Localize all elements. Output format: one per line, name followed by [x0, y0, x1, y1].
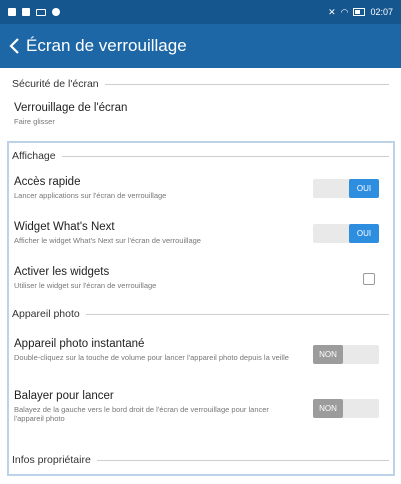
section-header-label: Appareil photo [12, 308, 80, 320]
setting-screen-lock[interactable]: Verrouillage de l'écran Faire glisser [14, 102, 387, 126]
section-header-security: Sécurité de l'écran [12, 78, 389, 90]
section-header-display: Affichage [12, 150, 389, 162]
setting-subtitle: Balayez de la gauche vers le bord droit … [14, 405, 269, 424]
instant-camera-toggle[interactable]: NON [313, 345, 379, 364]
status-right-icons: ✕ ◠ 02:07 [328, 7, 393, 17]
status-bar: ✕ ◠ 02:07 [0, 0, 401, 24]
settings-list: Sécurité de l'écran Verrouillage de l'éc… [0, 68, 401, 484]
setting-widgets[interactable]: Activer les widgets Utiliser le widget s… [14, 266, 387, 290]
status-left-icons [8, 8, 60, 16]
setting-title: Activer les widgets [14, 266, 110, 278]
section-header-owner: Infos propriétaire [12, 454, 389, 466]
page-title: Écran de verrouillage [26, 36, 187, 55]
setting-title: Verrouillage de l'écran [14, 102, 128, 114]
setting-subtitle: Double-cliquez sur la touche de volume p… [14, 353, 289, 362]
toggle-knob: OUI [349, 179, 379, 198]
notification-icon [8, 8, 16, 16]
swipe-launch-toggle[interactable]: NON [313, 399, 379, 418]
section-divider [85, 313, 389, 315]
section-header-photo: Appareil photo [12, 308, 389, 320]
toggle-knob: NON [313, 345, 343, 364]
battery-icon [353, 8, 366, 16]
whats-next-toggle[interactable]: OUI [313, 224, 379, 243]
toggle-knob: NON [313, 399, 343, 418]
status-time: 02:07 [370, 7, 393, 17]
gallery-icon [36, 8, 46, 16]
setting-subtitle: Faire glisser [14, 117, 55, 126]
section-divider [96, 459, 389, 461]
section-divider [104, 83, 389, 85]
setting-subtitle: Utiliser le widget sur l'écran de verrou… [14, 281, 157, 290]
section-header-label: Affichage [12, 150, 56, 162]
section-divider [61, 155, 389, 157]
back-arrow-icon[interactable] [6, 37, 24, 55]
app-bar: Écran de verrouillage [0, 24, 401, 68]
section-header-label: Infos propriétaire [12, 454, 91, 466]
lock-icon [22, 8, 30, 16]
wifi-icon: ◠ [340, 6, 349, 17]
widgets-checkbox[interactable] [363, 273, 375, 285]
message-icon [52, 8, 60, 16]
quick-access-toggle[interactable]: OUI [313, 179, 379, 198]
toggle-knob: OUI [349, 224, 379, 243]
section-header-label: Sécurité de l'écran [12, 78, 99, 90]
nfc-icon: ✕ [328, 6, 336, 17]
